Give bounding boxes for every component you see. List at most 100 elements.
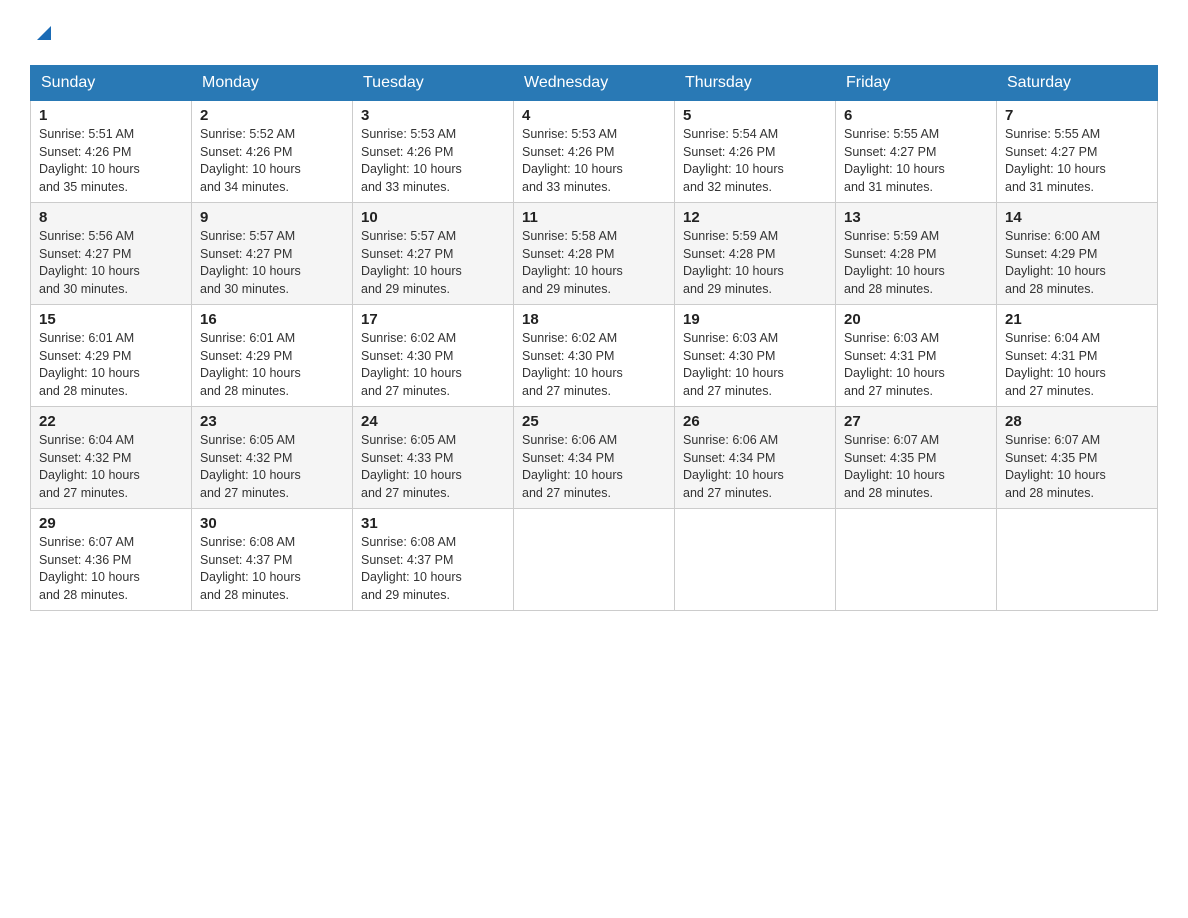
calendar-cell: 7 Sunrise: 5:55 AMSunset: 4:27 PMDayligh… — [997, 101, 1158, 203]
day-number: 31 — [361, 515, 505, 532]
calendar-week-row: 1 Sunrise: 5:51 AMSunset: 4:26 PMDayligh… — [31, 101, 1158, 203]
day-number: 20 — [844, 311, 988, 328]
day-info: Sunrise: 6:07 AMSunset: 4:35 PMDaylight:… — [844, 433, 945, 500]
calendar-cell: 23 Sunrise: 6:05 AMSunset: 4:32 PMDaylig… — [192, 407, 353, 509]
day-info: Sunrise: 6:07 AMSunset: 4:36 PMDaylight:… — [39, 535, 140, 602]
day-number: 28 — [1005, 413, 1149, 430]
day-number: 4 — [522, 107, 666, 124]
calendar-cell — [997, 509, 1158, 611]
day-info: Sunrise: 5:51 AMSunset: 4:26 PMDaylight:… — [39, 127, 140, 194]
day-number: 8 — [39, 209, 183, 226]
day-info: Sunrise: 5:57 AMSunset: 4:27 PMDaylight:… — [361, 229, 462, 296]
day-info: Sunrise: 5:53 AMSunset: 4:26 PMDaylight:… — [361, 127, 462, 194]
calendar-cell: 16 Sunrise: 6:01 AMSunset: 4:29 PMDaylig… — [192, 305, 353, 407]
calendar-cell: 13 Sunrise: 5:59 AMSunset: 4:28 PMDaylig… — [836, 203, 997, 305]
calendar-cell: 4 Sunrise: 5:53 AMSunset: 4:26 PMDayligh… — [514, 101, 675, 203]
day-number: 27 — [844, 413, 988, 430]
day-info: Sunrise: 6:08 AMSunset: 4:37 PMDaylight:… — [361, 535, 462, 602]
calendar-cell: 22 Sunrise: 6:04 AMSunset: 4:32 PMDaylig… — [31, 407, 192, 509]
calendar-cell: 12 Sunrise: 5:59 AMSunset: 4:28 PMDaylig… — [675, 203, 836, 305]
day-number: 5 — [683, 107, 827, 124]
day-number: 6 — [844, 107, 988, 124]
day-number: 11 — [522, 209, 666, 226]
calendar-week-row: 15 Sunrise: 6:01 AMSunset: 4:29 PMDaylig… — [31, 305, 1158, 407]
weekday-header-row: SundayMondayTuesdayWednesdayThursdayFrid… — [31, 66, 1158, 101]
day-number: 1 — [39, 107, 183, 124]
calendar-week-row: 29 Sunrise: 6:07 AMSunset: 4:36 PMDaylig… — [31, 509, 1158, 611]
day-number: 30 — [200, 515, 344, 532]
day-number: 15 — [39, 311, 183, 328]
day-info: Sunrise: 5:52 AMSunset: 4:26 PMDaylight:… — [200, 127, 301, 194]
calendar-cell: 10 Sunrise: 5:57 AMSunset: 4:27 PMDaylig… — [353, 203, 514, 305]
calendar-cell: 27 Sunrise: 6:07 AMSunset: 4:35 PMDaylig… — [836, 407, 997, 509]
day-info: Sunrise: 6:08 AMSunset: 4:37 PMDaylight:… — [200, 535, 301, 602]
day-number: 12 — [683, 209, 827, 226]
calendar-cell: 6 Sunrise: 5:55 AMSunset: 4:27 PMDayligh… — [836, 101, 997, 203]
calendar-cell: 30 Sunrise: 6:08 AMSunset: 4:37 PMDaylig… — [192, 509, 353, 611]
day-info: Sunrise: 6:01 AMSunset: 4:29 PMDaylight:… — [200, 331, 301, 398]
day-info: Sunrise: 5:59 AMSunset: 4:28 PMDaylight:… — [844, 229, 945, 296]
day-number: 2 — [200, 107, 344, 124]
weekday-header-wednesday: Wednesday — [514, 66, 675, 101]
day-info: Sunrise: 6:07 AMSunset: 4:35 PMDaylight:… — [1005, 433, 1106, 500]
calendar-cell: 25 Sunrise: 6:06 AMSunset: 4:34 PMDaylig… — [514, 407, 675, 509]
calendar-cell: 21 Sunrise: 6:04 AMSunset: 4:31 PMDaylig… — [997, 305, 1158, 407]
day-number: 21 — [1005, 311, 1149, 328]
calendar-cell: 1 Sunrise: 5:51 AMSunset: 4:26 PMDayligh… — [31, 101, 192, 203]
day-number: 9 — [200, 209, 344, 226]
calendar-cell: 17 Sunrise: 6:02 AMSunset: 4:30 PMDaylig… — [353, 305, 514, 407]
calendar-cell: 29 Sunrise: 6:07 AMSunset: 4:36 PMDaylig… — [31, 509, 192, 611]
weekday-header-friday: Friday — [836, 66, 997, 101]
day-number: 26 — [683, 413, 827, 430]
day-number: 19 — [683, 311, 827, 328]
day-number: 18 — [522, 311, 666, 328]
day-number: 14 — [1005, 209, 1149, 226]
day-info: Sunrise: 6:05 AMSunset: 4:32 PMDaylight:… — [200, 433, 301, 500]
day-info: Sunrise: 5:56 AMSunset: 4:27 PMDaylight:… — [39, 229, 140, 296]
day-info: Sunrise: 6:02 AMSunset: 4:30 PMDaylight:… — [522, 331, 623, 398]
day-info: Sunrise: 6:00 AMSunset: 4:29 PMDaylight:… — [1005, 229, 1106, 296]
day-info: Sunrise: 6:04 AMSunset: 4:31 PMDaylight:… — [1005, 331, 1106, 398]
calendar-cell: 11 Sunrise: 5:58 AMSunset: 4:28 PMDaylig… — [514, 203, 675, 305]
logo-triangle-icon — [33, 22, 55, 49]
day-number: 23 — [200, 413, 344, 430]
logo-wrapper — [30, 20, 55, 49]
day-info: Sunrise: 5:59 AMSunset: 4:28 PMDaylight:… — [683, 229, 784, 296]
calendar-cell: 19 Sunrise: 6:03 AMSunset: 4:30 PMDaylig… — [675, 305, 836, 407]
day-number: 25 — [522, 413, 666, 430]
weekday-header-sunday: Sunday — [31, 66, 192, 101]
day-info: Sunrise: 6:04 AMSunset: 4:32 PMDaylight:… — [39, 433, 140, 500]
calendar-cell: 26 Sunrise: 6:06 AMSunset: 4:34 PMDaylig… — [675, 407, 836, 509]
calendar-cell: 20 Sunrise: 6:03 AMSunset: 4:31 PMDaylig… — [836, 305, 997, 407]
weekday-header-saturday: Saturday — [997, 66, 1158, 101]
calendar-cell — [675, 509, 836, 611]
calendar-cell — [514, 509, 675, 611]
calendar-cell: 31 Sunrise: 6:08 AMSunset: 4:37 PMDaylig… — [353, 509, 514, 611]
weekday-header-monday: Monday — [192, 66, 353, 101]
day-info: Sunrise: 5:53 AMSunset: 4:26 PMDaylight:… — [522, 127, 623, 194]
calendar-cell: 18 Sunrise: 6:02 AMSunset: 4:30 PMDaylig… — [514, 305, 675, 407]
day-number: 10 — [361, 209, 505, 226]
day-info: Sunrise: 5:55 AMSunset: 4:27 PMDaylight:… — [844, 127, 945, 194]
calendar-cell: 28 Sunrise: 6:07 AMSunset: 4:35 PMDaylig… — [997, 407, 1158, 509]
calendar-cell: 14 Sunrise: 6:00 AMSunset: 4:29 PMDaylig… — [997, 203, 1158, 305]
day-info: Sunrise: 6:01 AMSunset: 4:29 PMDaylight:… — [39, 331, 140, 398]
calendar-cell: 24 Sunrise: 6:05 AMSunset: 4:33 PMDaylig… — [353, 407, 514, 509]
weekday-header-thursday: Thursday — [675, 66, 836, 101]
calendar-cell: 8 Sunrise: 5:56 AMSunset: 4:27 PMDayligh… — [31, 203, 192, 305]
day-info: Sunrise: 5:54 AMSunset: 4:26 PMDaylight:… — [683, 127, 784, 194]
page-header — [30, 20, 1158, 45]
calendar-body: 1 Sunrise: 5:51 AMSunset: 4:26 PMDayligh… — [31, 101, 1158, 611]
logo — [30, 20, 55, 45]
calendar-cell: 3 Sunrise: 5:53 AMSunset: 4:26 PMDayligh… — [353, 101, 514, 203]
day-info: Sunrise: 5:58 AMSunset: 4:28 PMDaylight:… — [522, 229, 623, 296]
day-info: Sunrise: 6:06 AMSunset: 4:34 PMDaylight:… — [522, 433, 623, 500]
calendar-cell: 9 Sunrise: 5:57 AMSunset: 4:27 PMDayligh… — [192, 203, 353, 305]
day-info: Sunrise: 6:02 AMSunset: 4:30 PMDaylight:… — [361, 331, 462, 398]
calendar-table: SundayMondayTuesdayWednesdayThursdayFrid… — [30, 65, 1158, 611]
calendar-header: SundayMondayTuesdayWednesdayThursdayFrid… — [31, 66, 1158, 101]
day-info: Sunrise: 6:03 AMSunset: 4:31 PMDaylight:… — [844, 331, 945, 398]
day-info: Sunrise: 6:03 AMSunset: 4:30 PMDaylight:… — [683, 331, 784, 398]
calendar-week-row: 8 Sunrise: 5:56 AMSunset: 4:27 PMDayligh… — [31, 203, 1158, 305]
day-info: Sunrise: 6:06 AMSunset: 4:34 PMDaylight:… — [683, 433, 784, 500]
